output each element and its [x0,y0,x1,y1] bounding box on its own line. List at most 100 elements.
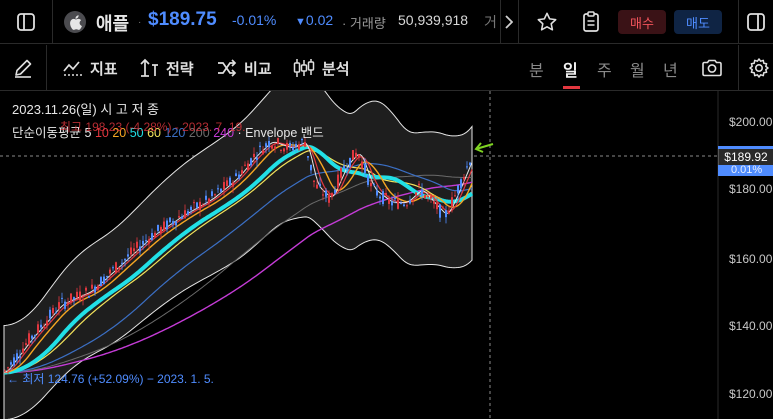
sell-button[interactable]: 매도 [674,10,722,34]
ohlc-legend: 2023.11.26(일) 시 고 저 종 [12,102,160,117]
candle-body [139,246,141,252]
favorite-button[interactable] [530,0,564,44]
price-chart[interactable]: 2023.11.26(일) 시 고 저 종 단순이동평균 5 10 20 50 … [0,91,773,419]
candle-body [433,201,435,204]
candle-body [52,307,54,314]
compare-label: 비교 [244,60,272,78]
candle-body [304,142,306,147]
candle-body [352,150,354,160]
price-tick: $180.00 [729,182,773,196]
period-month[interactable]: 월 [630,57,645,81]
candle-body [175,221,177,226]
candle-body [466,166,468,168]
candle-body [439,204,441,218]
candle-body [163,221,165,230]
candle-body [145,240,147,242]
volume-label: · 거래량 [342,16,386,31]
candle-body [244,164,246,166]
candle-body [208,198,210,203]
candle-body [211,191,213,197]
chart-settings-button[interactable] [745,45,773,91]
memo-button[interactable] [574,0,608,44]
candle-body [346,168,348,170]
candle-body [181,216,183,219]
chevron-right-icon [505,15,513,29]
candle-body [151,233,153,240]
bands-label: 밴드 [300,126,324,140]
candle-body [337,174,339,188]
strategy-button[interactable]: 전략 [138,45,194,91]
candle-body [343,165,345,169]
candle-body [130,247,132,255]
candle-body [415,192,417,195]
candle-body [238,174,240,179]
candle-body [382,191,384,205]
price-tick: $140.00 [729,319,773,333]
candle-body [28,333,30,345]
period-year[interactable]: 년 [663,57,678,81]
candle-body [430,196,432,199]
candle-body [262,150,264,155]
candle-body [184,210,186,219]
candle-body [127,254,129,257]
drawing-tool-button[interactable] [0,45,46,91]
indicator-button[interactable]: 지표 [62,45,118,91]
candle-body [391,201,393,206]
candle-body [112,267,114,269]
header-next-button[interactable] [500,0,518,44]
period-minute[interactable]: 분 [529,57,544,81]
candle-body [190,206,192,211]
candle-body [196,202,198,208]
candle-body [286,142,288,150]
gear-icon [749,58,769,78]
compare-button[interactable]: 비교 [216,45,272,91]
period-week[interactable]: 주 [597,57,612,81]
candle-body [307,156,309,158]
candle-body [229,177,231,185]
symbol-name[interactable]: 애플 [96,10,129,36]
candle-body [325,190,327,197]
candle-body [394,198,396,200]
candle-body [67,302,69,305]
candle-body [259,145,261,148]
candle-body [232,182,234,187]
left-sidebar-toggle-button[interactable] [0,0,52,44]
candle-body [322,194,324,196]
candle-body [469,162,471,165]
candle-body [451,197,453,208]
candle-body [442,207,444,209]
candle-body [460,179,462,189]
candle-body [166,220,168,230]
last-price-tag: $189.92 [718,149,773,165]
min-price-label: ← 최저 124.76 (+52.09%) − 2023. 1. 5. [7,372,214,386]
candle-body [310,164,312,171]
candle-body [13,357,15,366]
down-arrow-icon: ▼ [295,16,306,28]
candle-body [379,196,381,199]
right-sidebar-toggle-button[interactable] [739,0,773,44]
change-percent: -0.01% [232,12,277,28]
candle-body [157,224,159,231]
candle-body [313,180,315,182]
candle-body [34,334,36,336]
buy-button[interactable]: 매수 [618,10,666,34]
candle-body [79,291,81,301]
screenshot-button[interactable] [698,45,726,91]
candle-body [370,182,372,187]
indicator-label: 지표 [90,60,118,78]
strategy-label: 전략 [166,60,194,78]
candle-body [355,152,357,158]
candle-body [100,277,102,286]
candle-body [457,185,459,194]
candle-body [265,143,267,147]
analysis-button[interactable]: 분석 [292,45,350,91]
candle-body [43,326,45,328]
candle-body [94,286,96,293]
candle-body [427,195,429,197]
candle-body [64,301,66,309]
candle-body [418,183,420,186]
camera-icon [702,59,722,77]
last-change-tag: 0.01% [731,164,763,176]
candle-body [385,192,387,196]
period-day[interactable]: 일 [563,57,578,81]
